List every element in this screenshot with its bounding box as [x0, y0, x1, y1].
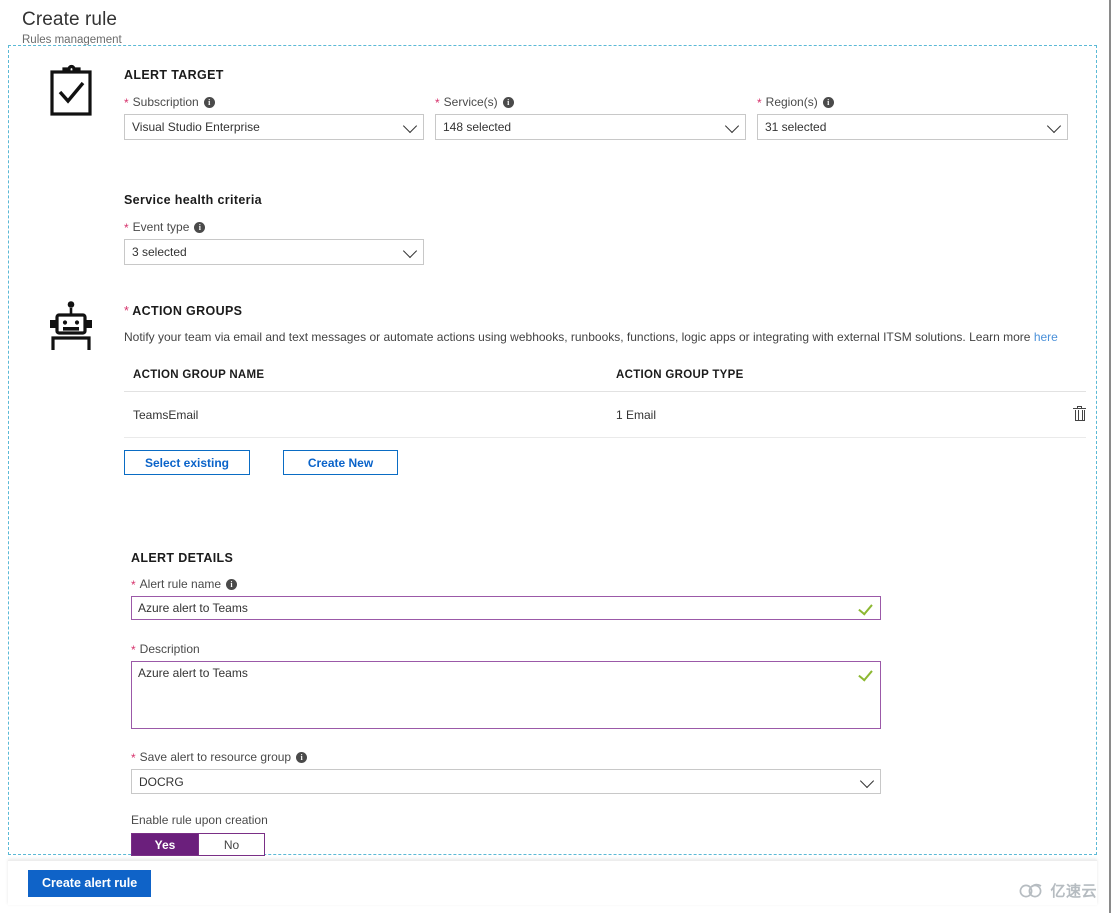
- regions-label-text: Region(s): [765, 95, 818, 109]
- resource-group-field: * Save alert to resource group i DOCRG: [131, 749, 1086, 794]
- resource-group-value: DOCRG: [139, 774, 184, 789]
- regions-dropdown[interactable]: 31 selected: [757, 114, 1068, 140]
- learn-more-link[interactable]: here: [1034, 330, 1058, 344]
- description-label-text: Description: [139, 642, 200, 656]
- action-groups-table: ACTION GROUP NAME ACTION GROUP TYPE Team…: [124, 369, 1086, 438]
- subscription-label: * Subscription i: [124, 94, 424, 110]
- alert-rule-name-label-text: Alert rule name: [139, 577, 222, 591]
- chevron-down-icon: [724, 118, 740, 134]
- enable-rule-yes-option[interactable]: Yes: [132, 834, 198, 855]
- event-type-dropdown[interactable]: 3 selected: [124, 239, 424, 265]
- column-delete: [1046, 369, 1086, 392]
- info-icon[interactable]: i: [822, 96, 834, 108]
- event-type-field: * Event type i 3 selected: [124, 219, 424, 265]
- watermark-text: 亿速云: [1050, 883, 1097, 900]
- enable-rule-label: Enable rule upon creation: [131, 813, 268, 827]
- enable-rule-toggle[interactable]: Yes No: [131, 833, 265, 856]
- action-groups-title-text: ACTION GROUPS: [132, 304, 243, 318]
- subscription-label-text: Subscription: [132, 95, 199, 109]
- robot-icon: [41, 300, 101, 352]
- trash-icon[interactable]: [1073, 406, 1086, 421]
- services-label-text: Service(s): [443, 95, 498, 109]
- resource-group-label-text: Save alert to resource group: [139, 750, 292, 764]
- services-field: * Service(s) i 148 selected: [435, 94, 746, 140]
- description-field: * Description Azure alert to Teams: [131, 641, 1086, 729]
- action-groups-table-wrap: ACTION GROUP NAME ACTION GROUP TYPE Team…: [124, 369, 1086, 438]
- required-asterisk: *: [131, 578, 136, 592]
- resource-group-dropdown[interactable]: DOCRG: [131, 769, 881, 794]
- services-value: 148 selected: [443, 120, 512, 134]
- clipboard-check-icon: [41, 64, 101, 116]
- alert-target-fields: * Subscription i Visual Studio Enterpris…: [124, 94, 1086, 140]
- service-health-criteria-title: Service health criteria: [124, 193, 262, 207]
- enable-rule-no-option[interactable]: No: [198, 834, 264, 855]
- cloud-icon: [1020, 883, 1042, 898]
- required-asterisk: *: [131, 643, 136, 657]
- subscription-field: * Subscription i Visual Studio Enterpris…: [124, 94, 424, 140]
- watermark: 亿速云: [1019, 880, 1097, 901]
- description-textarea[interactable]: Azure alert to Teams: [131, 661, 881, 729]
- create-rule-page: Create rule Rules management ALERT TARGE…: [0, 0, 1111, 913]
- chevron-down-icon: [859, 773, 875, 788]
- regions-field: * Region(s) i 31 selected: [757, 94, 1068, 140]
- alert-rule-name-input-wrap: Azure alert to Teams: [131, 596, 881, 620]
- alert-target-title: ALERT TARGET: [124, 68, 224, 82]
- action-groups-description-text: Notify your team via email and text mess…: [124, 330, 1031, 344]
- chevron-down-icon: [1046, 118, 1062, 134]
- chevron-down-icon: [402, 243, 418, 259]
- required-asterisk: *: [124, 304, 130, 318]
- regions-label: * Region(s) i: [757, 94, 1068, 110]
- table-row: TeamsEmail 1 Email: [124, 391, 1086, 438]
- alert-target-section: ALERT TARGET * Subscription i Visual Stu…: [9, 56, 1096, 266]
- required-asterisk: *: [124, 96, 129, 110]
- event-type-label: * Event type i: [124, 219, 424, 235]
- info-icon[interactable]: i: [203, 96, 215, 108]
- content-frame: ALERT TARGET * Subscription i Visual Stu…: [8, 45, 1097, 856]
- cell-action-group-type: 1 Email: [616, 391, 1046, 438]
- services-dropdown[interactable]: 148 selected: [435, 114, 746, 140]
- column-action-group-name: ACTION GROUP NAME: [124, 369, 616, 392]
- subscription-value: Visual Studio Enterprise: [132, 120, 260, 134]
- footer-bar: Create alert rule: [8, 860, 1097, 905]
- page-header: Create rule Rules management: [0, 0, 1109, 46]
- required-asterisk: *: [131, 751, 136, 765]
- column-action-group-type: ACTION GROUP TYPE: [616, 369, 1046, 392]
- chevron-down-icon: [402, 118, 418, 134]
- event-type-label-text: Event type: [132, 220, 190, 234]
- action-groups-title: * ACTION GROUPS: [124, 304, 1086, 318]
- info-icon[interactable]: i: [194, 221, 206, 233]
- subscription-dropdown[interactable]: Visual Studio Enterprise: [124, 114, 424, 140]
- required-asterisk: *: [435, 96, 440, 110]
- description-label: * Description: [131, 641, 1086, 657]
- info-icon[interactable]: i: [502, 96, 514, 108]
- action-groups-description: Notify your team via email and text mess…: [124, 328, 1086, 347]
- create-new-button[interactable]: Create New: [283, 450, 398, 475]
- services-label: * Service(s) i: [435, 94, 746, 110]
- description-textarea-wrap: Azure alert to Teams: [131, 661, 881, 729]
- page-title: Create rule: [22, 9, 118, 30]
- service-health-criteria-block: Service health criteria * Event type i 3…: [124, 193, 424, 265]
- event-type-value: 3 selected: [132, 245, 187, 259]
- alert-rule-name-input[interactable]: Azure alert to Teams: [131, 596, 881, 620]
- alert-details-title: ALERT DETAILS: [131, 551, 234, 565]
- regions-value: 31 selected: [765, 120, 827, 134]
- resource-group-label: * Save alert to resource group i: [131, 749, 1086, 765]
- required-asterisk: *: [124, 221, 129, 235]
- create-alert-rule-button[interactable]: Create alert rule: [28, 869, 152, 897]
- cell-action-group-name: TeamsEmail: [124, 391, 616, 438]
- alert-rule-name-label: * Alert rule name i: [131, 576, 1086, 592]
- info-icon[interactable]: i: [226, 578, 238, 590]
- alert-rule-name-field: * Alert rule name i Azure alert to Teams: [131, 576, 1086, 620]
- select-existing-button[interactable]: Select existing: [124, 450, 250, 475]
- required-asterisk: *: [757, 96, 762, 110]
- table-header-row: ACTION GROUP NAME ACTION GROUP TYPE: [124, 369, 1086, 392]
- action-group-buttons: Select existing Create New: [124, 450, 1086, 475]
- cell-delete: [1046, 391, 1086, 438]
- info-icon[interactable]: i: [296, 751, 308, 763]
- enable-rule-field: Enable rule upon creation Yes No: [131, 813, 1086, 856]
